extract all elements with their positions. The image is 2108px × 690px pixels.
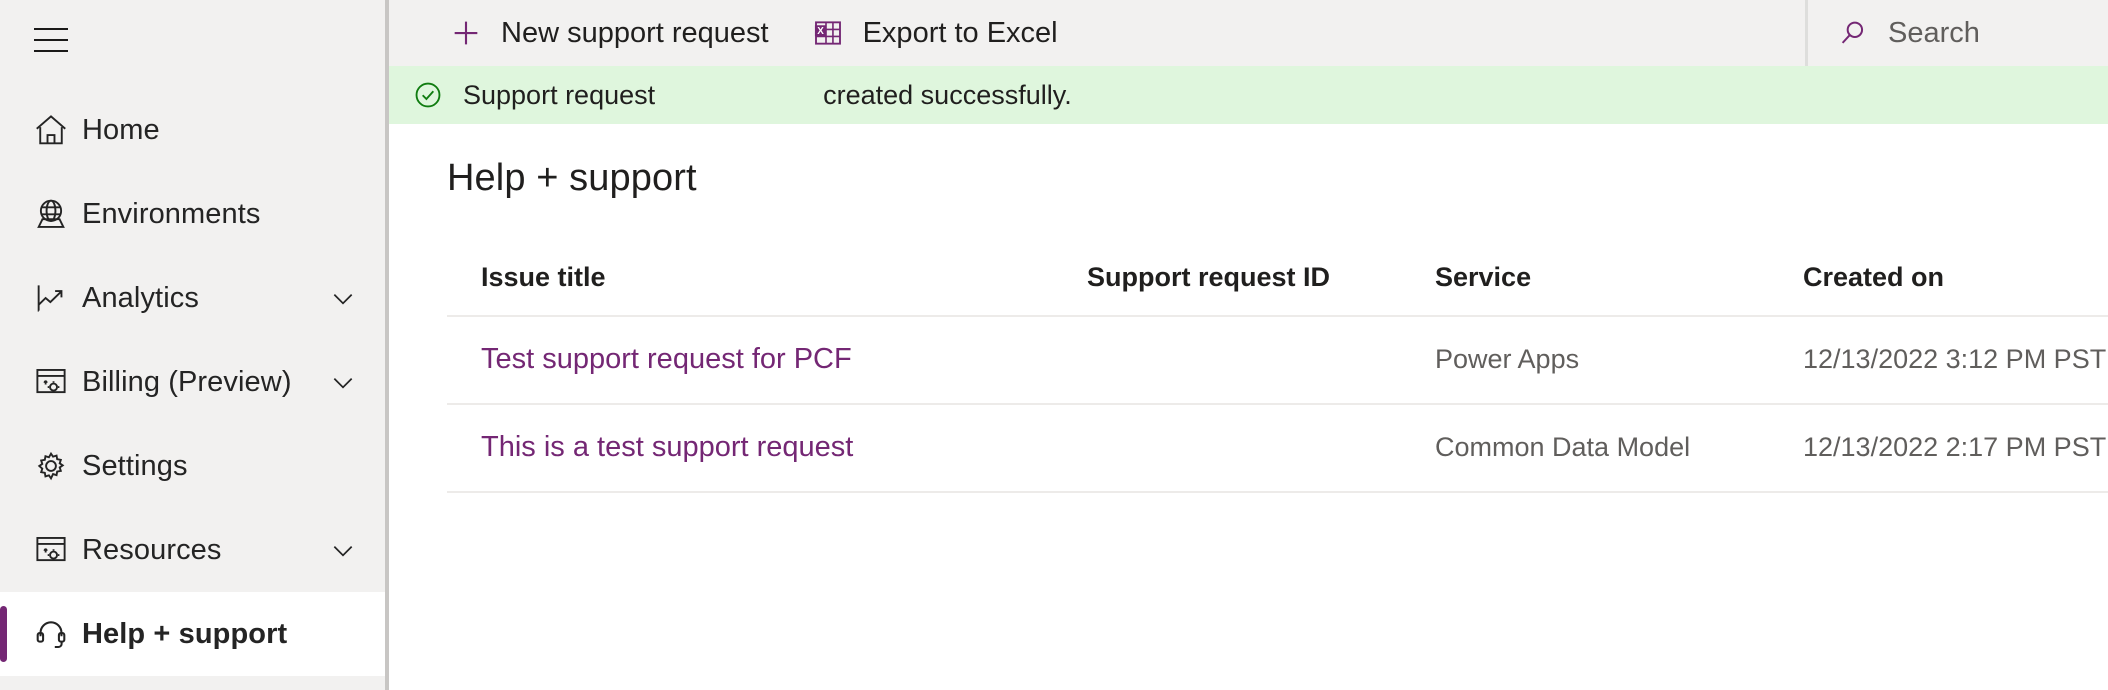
cell-service: Power Apps [1435,315,1803,405]
cell-support-request-id [1087,315,1435,405]
cell-service: Common Data Model [1435,403,1803,493]
home-icon [20,111,82,149]
sidebar-nav-list: Home Environments Analytics Billing (Pre… [0,80,385,676]
support-requests-table: Issue title Support request ID Service C… [447,261,2108,493]
sidebar-item-home[interactable]: Home [0,88,385,172]
search-icon [1836,16,1870,50]
chevron-down-icon[interactable] [323,534,363,566]
cell-created-on: 12/13/2022 3:12 PM PST [1803,315,2108,405]
table-head: Issue title Support request ID Service C… [447,261,2108,317]
column-header-issue-title[interactable]: Issue title [447,261,1087,317]
sidebar-item-label: Home [82,113,160,146]
chart-icon [20,279,82,317]
headset-icon [20,615,82,653]
plus-icon [449,16,483,50]
chevron-down-icon[interactable] [323,366,363,398]
table-row[interactable]: This is a test support request Common Da… [447,403,2108,493]
page-content: Help + support Issue title Support reque… [389,124,2108,690]
cell-created-on: 12/13/2022 2:17 PM PST [1803,403,2108,493]
support-requests-table-wrap: Issue title Support request ID Service C… [447,261,2108,493]
sidebar-item-label: Analytics [82,281,199,314]
sidebar-item-billing[interactable]: Billing (Preview) [0,340,385,424]
search-input[interactable] [1888,16,2088,50]
gear-icon [20,447,82,485]
column-header-support-request-id[interactable]: Support request ID [1087,261,1435,317]
table-row[interactable]: Test support request for PCF Power Apps … [447,315,2108,405]
hamburger-bar [34,28,68,30]
new-support-request-button[interactable]: New support request [433,0,785,66]
cell-issue-title: This is a test support request [447,403,1087,493]
search-box[interactable] [1805,0,2108,66]
sidebar-item-label: Help + support [82,617,288,650]
globe-icon [20,195,82,233]
sidebar-item-resources[interactable]: Resources [0,508,385,592]
billing-icon [20,363,82,401]
sidebar-header [0,0,385,80]
cell-issue-title: Test support request for PCF [447,315,1087,405]
sidebar-item-label: Environments [82,197,261,230]
column-header-service[interactable]: Service [1435,261,1803,317]
resources-icon [20,531,82,569]
sidebar-item-label: Resources [82,533,222,566]
hamburger-menu-icon[interactable] [20,9,82,71]
page-title: Help + support [447,157,697,199]
hamburger-bar [34,50,68,52]
export-to-excel-button[interactable]: X Export to Excel [795,0,1074,66]
sidebar-item-analytics[interactable]: Analytics [0,256,385,340]
banner-text-before: Support request [463,79,656,110]
column-header-created-on[interactable]: Created on [1803,261,2108,317]
command-bar: New support request X Export to Excel [389,0,2108,66]
issue-title-link[interactable]: Test support request for PCF [481,343,852,375]
new-support-request-label: New support request [501,16,769,49]
success-banner: Support request created successfully. [389,66,2108,124]
sidebar-item-label: Billing (Preview) [82,365,292,398]
sidebar-item-help-support[interactable]: Help + support [0,592,385,676]
export-to-excel-label: Export to Excel [862,16,1058,49]
excel-icon: X [811,16,845,50]
sidebar-item-label: Settings [82,449,188,482]
table-body: Test support request for PCF Power Apps … [447,315,2108,493]
app-root: Home Environments Analytics Billing (Pre… [0,0,2108,690]
chevron-down-icon[interactable] [323,282,363,314]
cell-support-request-id [1087,403,1435,493]
banner-text-after: created successfully. [823,79,1072,110]
svg-text:X: X [817,26,824,37]
check-circle-icon [411,78,445,112]
sidebar-item-environments[interactable]: Environments [0,172,385,256]
sidebar-item-settings[interactable]: Settings [0,424,385,508]
hamburger-bar [34,39,68,41]
issue-title-link[interactable]: This is a test support request [481,431,853,463]
sidebar: Home Environments Analytics Billing (Pre… [0,0,389,690]
table-header-row: Issue title Support request ID Service C… [447,261,2108,317]
main-content: New support request X Export to Excel Se… [389,0,2108,690]
